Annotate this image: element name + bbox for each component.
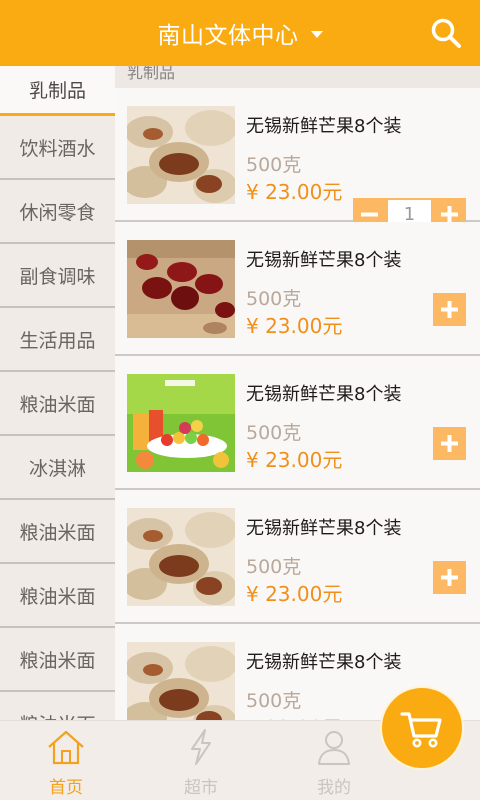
- category-label: 生活用品: [19, 329, 96, 352]
- product-price: ¥ 23.00元: [246, 180, 343, 204]
- plus-icon: [441, 569, 458, 586]
- add-to-cart-button[interactable]: [433, 427, 466, 460]
- category-label: 粮油米面: [19, 585, 96, 608]
- category-item-ice-cream[interactable]: 冰淇淋: [0, 436, 115, 500]
- app-header: 南山文体中心: [0, 0, 480, 66]
- product-weight: 500克: [246, 154, 302, 176]
- category-item-grain-oil[interactable]: 粮油米面: [0, 372, 115, 436]
- product-image: [127, 106, 235, 204]
- product-price: ¥ 23.00元: [246, 448, 343, 472]
- product-image: [127, 508, 235, 606]
- product-image: [127, 374, 235, 472]
- product-name: 无锡新鲜芒果8个装: [246, 116, 402, 137]
- product-weight: 500克: [246, 422, 302, 444]
- page-title: 南山文体中心: [157, 23, 299, 49]
- location-selector[interactable]: 南山文体中心: [0, 0, 480, 66]
- category-item-snacks[interactable]: 休闲零食: [0, 180, 115, 244]
- product-price: ¥ 23.00元: [246, 582, 343, 606]
- product-list[interactable]: 乳制品 无锡新鲜芒果8个装 500克 ¥ 23.00元 1 无锡新鲜芒果8个装 …: [115, 66, 480, 720]
- product-item[interactable]: 无锡新鲜芒果8个装 500克 ¥ 23.00元: [115, 490, 480, 624]
- product-item[interactable]: 无锡新鲜芒果8个装 500克 ¥ 23.00元: [115, 356, 480, 490]
- category-label: 粮油米面: [19, 521, 96, 544]
- category-item-beverages[interactable]: 饮料酒水: [0, 116, 115, 180]
- product-weight: 500克: [246, 288, 302, 310]
- category-item-grain-oil[interactable]: 粮油米面: [0, 500, 115, 564]
- product-item[interactable]: 无锡新鲜芒果8个装 500克 ¥ 23.00元: [115, 222, 480, 356]
- cart-button[interactable]: [380, 686, 464, 770]
- tab-profile[interactable]: 我的: [294, 721, 374, 800]
- product-name: 无锡新鲜芒果8个装: [246, 384, 402, 405]
- product-price: ¥ 23.00元: [246, 712, 342, 720]
- category-label: 副食调味: [19, 265, 96, 288]
- category-item-daily-goods[interactable]: 生活用品: [0, 308, 115, 372]
- product-image: [127, 240, 235, 338]
- category-item-dairy[interactable]: 乳制品: [0, 66, 115, 116]
- category-sidebar: 乳制品 饮料酒水 休闲零食 副食调味 生活用品 粮油米面 冰淇淋 粮油米面 粮油…: [0, 66, 115, 720]
- product-image: [127, 642, 235, 720]
- tab-home[interactable]: 首页: [26, 721, 106, 800]
- category-label: 粮油米面: [19, 393, 96, 416]
- category-item-condiments[interactable]: 副食调味: [0, 244, 115, 308]
- category-label: 乳制品: [28, 80, 86, 102]
- product-item[interactable]: 无锡新鲜芒果8个装 500克 ¥ 23.00元 1: [115, 88, 480, 231]
- plus-icon: [441, 301, 458, 318]
- category-item-grain-oil[interactable]: 粮油米面: [0, 628, 115, 692]
- add-to-cart-button[interactable]: [433, 561, 466, 594]
- product-name: 无锡新鲜芒果8个装: [246, 652, 402, 673]
- section-header: 乳制品: [115, 66, 480, 88]
- home-icon: [48, 730, 84, 765]
- category-label: 休闲零食: [19, 201, 96, 224]
- plus-icon: [441, 435, 458, 452]
- shopping-cart-icon: [400, 712, 442, 748]
- add-to-cart-button[interactable]: [433, 293, 466, 326]
- tab-label: 首页: [49, 778, 83, 798]
- tab-label: 超市: [184, 778, 218, 798]
- product-name: 无锡新鲜芒果8个装: [246, 518, 402, 539]
- product-weight: 500克: [246, 690, 302, 712]
- search-icon[interactable]: [430, 17, 462, 49]
- category-label: 饮料酒水: [19, 137, 96, 160]
- category-label: 粮油米面: [19, 710, 95, 721]
- lightning-icon: [191, 729, 211, 765]
- tab-supermarket[interactable]: 超市: [161, 721, 241, 800]
- product-price: ¥ 23.00元: [246, 314, 343, 338]
- category-item-grain-oil[interactable]: 粮油米面: [0, 564, 115, 628]
- chevron-down-icon: [310, 30, 323, 38]
- category-label: 冰淇淋: [28, 457, 86, 480]
- category-item-grain-oil[interactable]: 粮油米面: [0, 692, 115, 721]
- category-label: 粮油米面: [19, 649, 96, 672]
- product-name: 无锡新鲜芒果8个装: [246, 250, 402, 271]
- user-icon: [318, 731, 350, 765]
- tab-label: 我的: [317, 778, 351, 798]
- product-weight: 500克: [246, 556, 302, 578]
